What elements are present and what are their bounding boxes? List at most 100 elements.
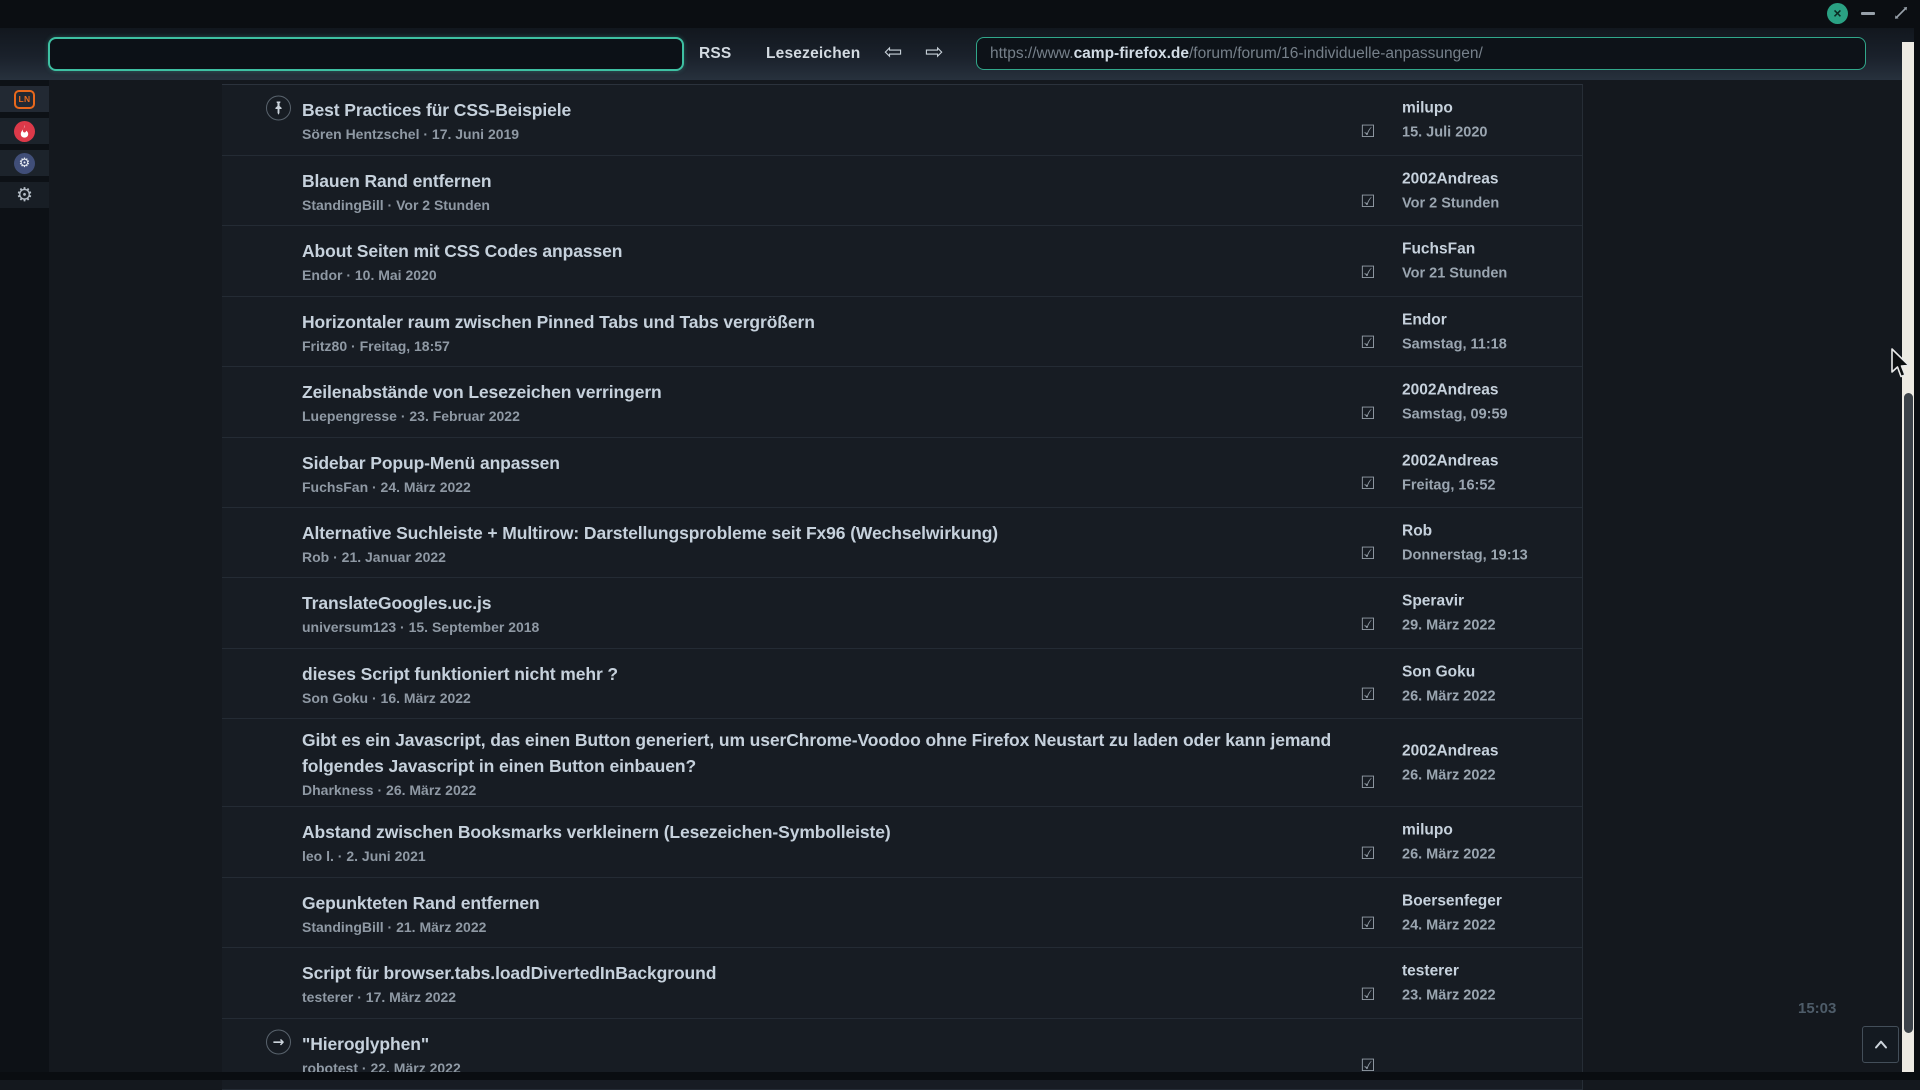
topic-last-post: testerer 23. März 2022	[1402, 962, 1580, 1005]
topic-title-link[interactable]: Alternative Suchleiste + Multirow: Darst…	[302, 520, 1358, 546]
topic-last-post: 2002Andreas Freitag, 16:52	[1402, 451, 1580, 494]
mark-read-checkbox-icon[interactable]: ☑	[1358, 192, 1378, 212]
last-poster-link[interactable]: Boersenfeger	[1402, 891, 1580, 911]
url-prefix: https://www.	[990, 45, 1074, 62]
navigation-toolbar: RSS Lesezeichen ⇦ ⇨ https://www.camp-fir…	[0, 28, 1920, 80]
mark-read-checkbox-icon[interactable]: ☑	[1358, 404, 1378, 424]
topic-title-link[interactable]: Sidebar Popup-Menü anpassen	[302, 450, 1358, 476]
window-minimize-button[interactable]	[1861, 12, 1875, 15]
topic-row[interactable]: Gepunkteten Rand entfernen StandingBill …	[222, 878, 1582, 948]
topic-row[interactable]: Blauen Rand entfernen StandingBill · Vor…	[222, 156, 1582, 226]
topic-row[interactable]: Gibt es ein Javascript, das einen Button…	[222, 719, 1582, 807]
last-poster-link[interactable]: testerer	[1402, 962, 1580, 982]
mark-read-checkbox-icon[interactable]: ☑	[1358, 615, 1378, 635]
sidebar-tab-camp-firefox[interactable]	[0, 118, 49, 144]
mark-read-checkbox-icon[interactable]: ☑	[1358, 263, 1378, 283]
topic-last-post: Rob Donnerstag, 19:13	[1402, 521, 1580, 564]
topic-last-post: FuchsFan Vor 21 Stunden	[1402, 240, 1580, 283]
window-restore-icon[interactable]	[1893, 5, 1909, 21]
mark-read-checkbox-icon[interactable]: ☑	[1358, 914, 1378, 934]
topic-row[interactable]: Zeilenabstände von Lesezeichen verringer…	[222, 367, 1582, 438]
topic-row[interactable]: Script für browser.tabs.loadDivertedInBa…	[222, 948, 1582, 1019]
topic-byline: Son Goku · 16. März 2022	[302, 689, 1358, 707]
page-scrollbar-track[interactable]	[1902, 42, 1914, 1072]
last-post-date: 24. März 2022	[1402, 916, 1580, 934]
mark-read-checkbox-icon[interactable]: ☑	[1358, 333, 1378, 353]
window-close-button[interactable]: ×	[1827, 3, 1848, 24]
mark-read-checkbox-icon[interactable]: ☑	[1358, 685, 1378, 705]
topic-title-link[interactable]: Abstand zwischen Booksmarks verkleinern …	[302, 819, 1358, 845]
topic-title-link[interactable]: About Seiten mit CSS Codes anpassen	[302, 238, 1358, 264]
page-scrollbar-thumb[interactable]	[1904, 393, 1913, 1033]
topic-row[interactable]: dieses Script funktioniert nicht mehr ? …	[222, 649, 1582, 719]
last-poster-link[interactable]: FuchsFan	[1402, 240, 1580, 260]
topic-main: About Seiten mit CSS Codes anpassen Endo…	[302, 238, 1358, 284]
topic-last-post: milupo 15. Juli 2020	[1402, 99, 1580, 142]
topic-title-link[interactable]: dieses Script funktioniert nicht mehr ?	[302, 661, 1358, 687]
sidebar-tab-preferences[interactable]: ⚙	[0, 182, 49, 208]
last-poster-link[interactable]: milupo	[1402, 99, 1580, 119]
topic-main: "Hieroglyphen" robotest · 22. März 2022	[302, 1031, 1358, 1077]
window-titlebar: ×	[0, 0, 1920, 28]
topic-row[interactable]: TranslateGoogles.uc.js universum123 · 15…	[222, 578, 1582, 649]
mark-read-checkbox-icon[interactable]: ☑	[1358, 122, 1378, 142]
topic-main: Best Practices für CSS-Beispiele Sören H…	[302, 97, 1358, 143]
topic-last-post: Endor Samstag, 11:18	[1402, 310, 1580, 353]
topic-title-link[interactable]: Gepunkteten Rand entfernen	[302, 890, 1358, 916]
topic-title-link[interactable]: Best Practices für CSS-Beispiele	[302, 97, 1358, 123]
topic-row[interactable]: Abstand zwischen Booksmarks verkleinern …	[222, 807, 1582, 878]
mark-read-checkbox-icon[interactable]: ☑	[1358, 844, 1378, 864]
last-poster-link[interactable]: Speravir	[1402, 592, 1580, 612]
last-poster-link[interactable]: 2002Andreas	[1402, 451, 1580, 471]
search-input[interactable]	[48, 37, 684, 71]
back-arrow-icon[interactable]: ⇦	[884, 28, 902, 80]
topic-byline: Luepengresse · 23. Februar 2022	[302, 407, 1358, 425]
mark-read-checkbox-icon[interactable]: ☑	[1358, 544, 1378, 564]
clock-overlay: 15:03	[1798, 1000, 1836, 1017]
topic-row[interactable]: About Seiten mit CSS Codes anpassen Endo…	[222, 226, 1582, 297]
topic-title-link[interactable]: "Hieroglyphen"	[302, 1031, 1358, 1057]
forward-arrow-icon[interactable]: ⇨	[925, 28, 943, 80]
mark-read-checkbox-icon[interactable]: ☑	[1358, 985, 1378, 1005]
chevron-up-icon	[1871, 1035, 1891, 1055]
topic-row[interactable]: Alternative Suchleiste + Multirow: Darst…	[222, 508, 1582, 578]
topic-main: Alternative Suchleiste + Multirow: Darst…	[302, 520, 1358, 566]
rss-button[interactable]: RSS	[699, 28, 731, 80]
topic-row[interactable]: Best Practices für CSS-Beispiele Sören H…	[222, 85, 1582, 156]
topic-row[interactable]: Horizontaler raum zwischen Pinned Tabs u…	[222, 297, 1582, 367]
scroll-to-top-button[interactable]	[1862, 1026, 1899, 1063]
gear-outline-icon: ⚙	[16, 182, 33, 208]
topic-row[interactable]: Sidebar Popup-Menü anpassen FuchsFan · 2…	[222, 438, 1582, 508]
mark-read-checkbox-icon[interactable]: ☑	[1358, 773, 1378, 793]
topic-title-link[interactable]: Horizontaler raum zwischen Pinned Tabs u…	[302, 309, 1358, 335]
topic-title-link[interactable]: Script für browser.tabs.loadDivertedInBa…	[302, 960, 1358, 986]
topic-main: dieses Script funktioniert nicht mehr ? …	[302, 661, 1358, 707]
topic-main: Abstand zwischen Booksmarks verkleinern …	[302, 819, 1358, 865]
last-post-date: Donnerstag, 19:13	[1402, 546, 1580, 564]
window-bottom-edge	[0, 1072, 1920, 1080]
last-poster-link[interactable]: 2002Andreas	[1402, 169, 1580, 189]
topic-main: Horizontaler raum zwischen Pinned Tabs u…	[302, 309, 1358, 355]
topic-title-link[interactable]: TranslateGoogles.uc.js	[302, 590, 1358, 616]
topic-main: Zeilenabstände von Lesezeichen verringer…	[302, 379, 1358, 425]
topic-title-link[interactable]: Gibt es ein Javascript, das einen Button…	[302, 727, 1358, 779]
mark-read-checkbox-icon[interactable]: ☑	[1358, 474, 1378, 494]
window-right-edge	[1914, 28, 1920, 1080]
last-poster-link[interactable]: 2002Andreas	[1402, 381, 1580, 401]
last-post-date: Freitag, 16:52	[1402, 476, 1580, 494]
last-poster-link[interactable]: Rob	[1402, 521, 1580, 541]
topic-title-link[interactable]: Blauen Rand entfernen	[302, 168, 1358, 194]
url-bar[interactable]: https://www.camp-firefox.de/forum/forum/…	[976, 37, 1866, 70]
topic-title-link[interactable]: Zeilenabstände von Lesezeichen verringer…	[302, 379, 1358, 405]
last-poster-link[interactable]: Son Goku	[1402, 662, 1580, 682]
last-poster-link[interactable]: 2002Andreas	[1402, 741, 1580, 761]
last-poster-link[interactable]: Endor	[1402, 310, 1580, 330]
sidebar-tab-ln[interactable]: LN	[0, 86, 49, 112]
topic-last-post: milupo 26. März 2022	[1402, 821, 1580, 864]
last-poster-link[interactable]: milupo	[1402, 821, 1580, 841]
topic-last-post: Son Goku 26. März 2022	[1402, 662, 1580, 705]
sidebar-tab-settings-page[interactable]: ⚙	[0, 150, 49, 176]
last-post-date: 26. März 2022	[1402, 766, 1580, 784]
bookmarks-button[interactable]: Lesezeichen	[766, 28, 860, 80]
pinned-topic-icon	[266, 96, 291, 121]
